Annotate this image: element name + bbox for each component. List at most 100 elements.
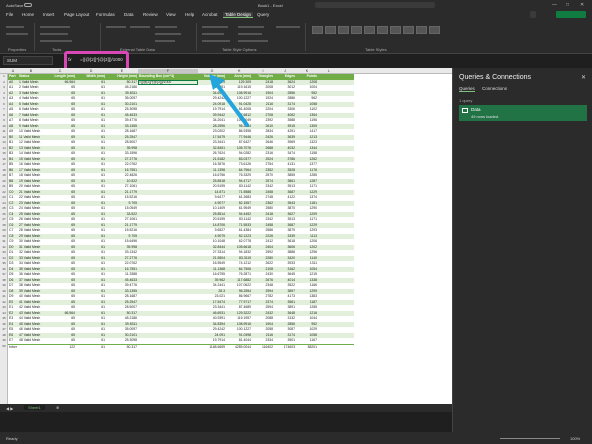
table-cell[interactable]: Information: [9, 345, 17, 351]
tab-view[interactable]: View: [166, 12, 176, 17]
tab-help[interactable]: Help: [185, 12, 194, 17]
table-cell[interactable]: 122: [45, 345, 75, 351]
table-style-swatch[interactable]: [325, 26, 336, 34]
last-column-checkbox[interactable]: [238, 33, 262, 35]
zoom-level[interactable]: 100%: [570, 436, 580, 441]
group-label-style-options: Table Style Options: [222, 47, 257, 52]
convert-to-range-button[interactable]: [40, 40, 72, 42]
query-status: 49 rows loaded.: [471, 114, 500, 119]
table-style-swatch[interactable]: [377, 26, 388, 34]
ribbon-separator: [305, 23, 306, 51]
summarize-pivot-button[interactable]: [40, 26, 70, 28]
group-label-properties: Properties: [8, 47, 27, 52]
queries-tabs: Queries Connections: [459, 86, 513, 92]
tab-page-layout[interactable]: Page Layout: [64, 12, 89, 17]
minimize-button[interactable]: —: [552, 2, 557, 8]
queries-pane: Queries & Connections ✕ Queries Connecti…: [452, 68, 592, 432]
export-button[interactable]: [106, 26, 126, 28]
zoom-slider[interactable]: [500, 438, 560, 439]
table-cell[interactable]: 50.317: [107, 345, 137, 351]
column-header[interactable]: K: [296, 69, 318, 73]
table-style-swatch[interactable]: [351, 26, 362, 34]
table-total-row[interactable]: Information 1226150.317 1168.66594289.0044…: [8, 343, 354, 351]
maximize-button[interactable]: □: [566, 2, 569, 8]
filter-button-checkbox[interactable]: [276, 26, 300, 28]
ribbon: Properties Tools External Table Data Tab…: [0, 20, 592, 54]
table-cell[interactable]: [19, 345, 43, 351]
tab-data[interactable]: Data: [124, 12, 134, 17]
tab-file[interactable]: File: [6, 12, 13, 17]
name-box[interactable]: SUM: [3, 56, 53, 65]
remove-duplicates-button[interactable]: [40, 33, 68, 35]
sheet-tab[interactable]: Sheet1: [24, 405, 45, 410]
close-icon[interactable]: ✕: [581, 74, 586, 81]
properties-button[interactable]: [155, 26, 177, 28]
table-style-swatch[interactable]: [403, 26, 414, 34]
search-box[interactable]: [315, 2, 435, 8]
table-cell[interactable]: 116402: [253, 345, 273, 351]
ribbon-separator: [34, 23, 35, 51]
query-count: 1 query: [459, 98, 473, 103]
table-cell[interactable]: 61: [77, 345, 105, 351]
status-ready: Ready: [6, 436, 18, 441]
column-header[interactable]: J: [274, 69, 296, 73]
close-button[interactable]: ✕: [580, 2, 584, 8]
table-style-swatch[interactable]: [416, 26, 427, 34]
row-number[interactable]: 50: [0, 344, 8, 350]
sheet-nav-icon[interactable]: ◀ ▶: [6, 406, 13, 411]
column-header[interactable]: I: [252, 69, 274, 73]
table-cell[interactable]: 58201: [297, 345, 317, 351]
first-column-checkbox[interactable]: [238, 26, 264, 28]
header-row-checkbox[interactable]: [202, 26, 228, 28]
banded-rows-checkbox[interactable]: [202, 40, 230, 42]
horizontal-scrollbar[interactable]: [0, 412, 452, 418]
table-cell[interactable]: 4289.0044: [227, 345, 251, 351]
column-header[interactable]: B: [18, 69, 44, 73]
table-style-swatch[interactable]: [364, 26, 375, 34]
autosave-toggle[interactable]: [24, 3, 32, 7]
group-label-tools: Tools: [52, 47, 62, 52]
column-header[interactable]: D: [76, 69, 106, 73]
title-bar: AutoSave Book1 - Excel — □ ✕: [0, 0, 592, 10]
refresh-button[interactable]: [130, 26, 150, 28]
table-style-swatch[interactable]: [338, 26, 349, 34]
unlink-button[interactable]: [155, 40, 175, 42]
tab-home[interactable]: Home: [22, 12, 34, 17]
table-name-field[interactable]: [6, 26, 24, 28]
selected-cell-outline: [138, 79, 198, 85]
tab-connections[interactable]: Connections: [482, 86, 507, 91]
open-in-browser-button[interactable]: [155, 33, 181, 35]
queries-pane-title: Queries & Connections: [459, 74, 531, 81]
share-button[interactable]: [556, 11, 586, 18]
comments-button[interactable]: [530, 11, 536, 18]
tab-formulas[interactable]: Formulas: [96, 12, 115, 17]
total-row-checkbox[interactable]: [202, 33, 224, 35]
column-header[interactable]: A: [8, 69, 18, 73]
resize-table-button[interactable]: [6, 33, 28, 35]
tab-review[interactable]: Review: [143, 12, 158, 17]
tab-queries[interactable]: Queries: [459, 86, 475, 92]
document-title: Book1 - Excel: [258, 3, 283, 8]
ribbon-separator: [196, 23, 197, 51]
query-name: Data: [471, 107, 481, 112]
tab-query[interactable]: Query: [257, 12, 269, 17]
table-cell[interactable]: 174603: [275, 345, 295, 351]
column-header[interactable]: E: [106, 69, 138, 73]
table-style-swatch[interactable]: [429, 26, 440, 34]
add-sheet-icon[interactable]: ⊕: [56, 405, 59, 410]
table-cell[interactable]: 1168.6659: [199, 345, 225, 351]
table-icon: [462, 108, 468, 113]
column-header[interactable]: F: [138, 69, 198, 73]
table-style-swatch[interactable]: [312, 26, 323, 34]
query-item[interactable]: Data 49 rows loaded.: [459, 105, 587, 121]
tab-table-design[interactable]: Table Design: [223, 12, 254, 18]
column-header[interactable]: C: [44, 69, 76, 73]
column-header[interactable]: L: [318, 69, 340, 73]
tab-insert[interactable]: Insert: [43, 12, 54, 17]
tab-acrobat[interactable]: Acrobat: [202, 12, 218, 17]
formula-input[interactable]: [74, 56, 574, 65]
banded-columns-checkbox[interactable]: [238, 40, 268, 42]
table-cell[interactable]: [139, 345, 197, 351]
table-style-swatch[interactable]: [390, 26, 401, 34]
ribbon-separator: [100, 23, 101, 51]
